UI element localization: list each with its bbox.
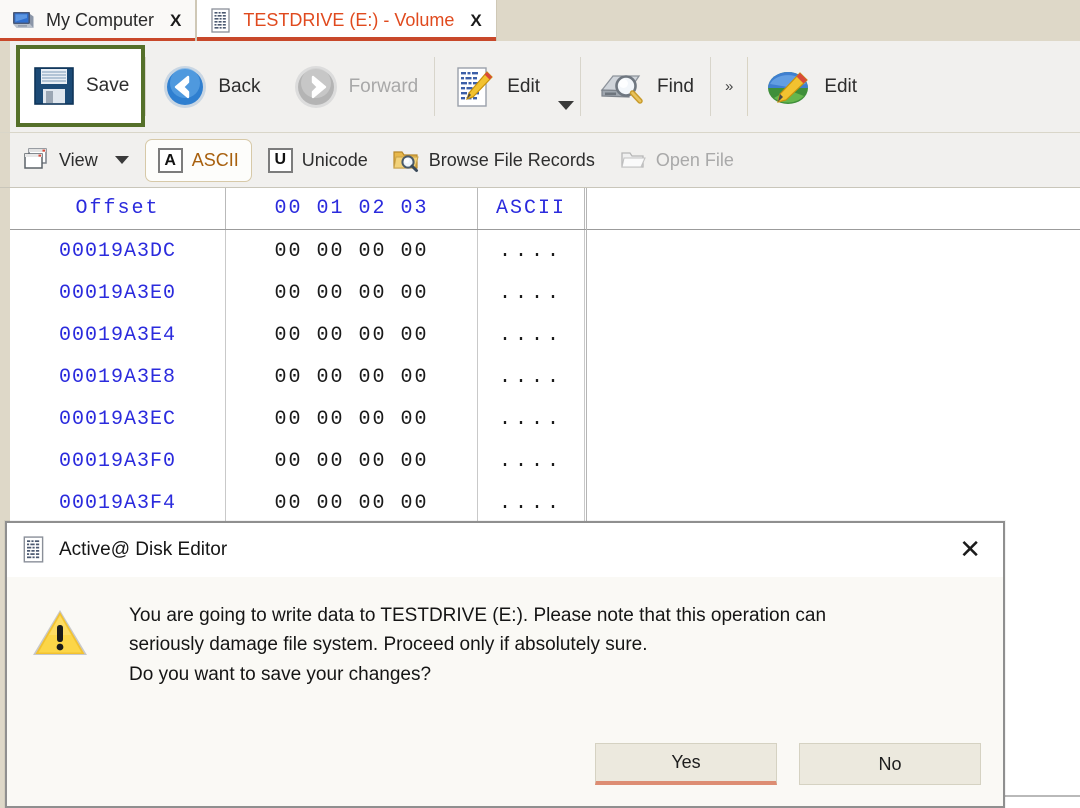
cell-ascii[interactable]: ....	[478, 314, 585, 356]
toolbar-left-strip	[0, 41, 10, 132]
warning-triangle-icon	[33, 610, 87, 655]
dialog-title: Active@ Disk Editor	[59, 539, 228, 560]
tab-my-computer[interactable]: My Computer X	[0, 0, 197, 41]
header-bytes: 00 01 02 03	[226, 188, 478, 229]
cell-ascii[interactable]: ....	[478, 356, 585, 398]
cell-bytes[interactable]: 00 00 00 00	[226, 398, 478, 440]
dialog-message: You are going to write data to TESTDRIVE…	[129, 601, 826, 722]
view-button[interactable]: View	[10, 133, 141, 187]
save-label: Save	[86, 75, 130, 96]
cell-offset: 00019A3DC	[10, 230, 226, 272]
tab-close-icon[interactable]: X	[170, 11, 181, 31]
hex-document-icon	[23, 536, 44, 563]
find-disk-icon	[600, 74, 643, 104]
table-row[interactable]: 00019A3F0 00 00 00 00 ....	[10, 440, 1080, 482]
dialog-body: You are going to write data to TESTDRIVE…	[7, 577, 1003, 722]
cell-bytes[interactable]: 00 00 00 00	[226, 314, 478, 356]
unicode-button[interactable]: U Unicode	[256, 133, 380, 187]
tab-close-icon[interactable]: X	[470, 11, 481, 31]
open-file-icon	[621, 152, 646, 168]
dialog-titlebar: Active@ Disk Editor ✕	[7, 523, 1003, 577]
dialog-message-line-1: You are going to write data to TESTDRIVE…	[129, 605, 827, 626]
toolbar-overflow-button[interactable]: »	[711, 41, 747, 132]
confirm-save-dialog: Active@ Disk Editor ✕ You are going to w…	[5, 521, 1005, 808]
cell-offset: 00019A3F4	[10, 482, 226, 524]
computer-icon	[13, 11, 34, 28]
unicode-label: Unicode	[301, 149, 368, 170]
hex-document-icon	[211, 7, 231, 33]
open-file-button[interactable]: Open File	[607, 133, 746, 187]
browse-file-records-button[interactable]: Browse File Records	[380, 133, 607, 187]
hex-column-headers: Offset 00 01 02 03 ASCII	[10, 188, 1080, 230]
edit-volume-label: Edit	[824, 75, 858, 97]
table-row[interactable]: 00019A3E4 00 00 00 00 ....	[10, 314, 1080, 356]
edit-button[interactable]: Edit	[435, 41, 556, 132]
cell-offset: 00019A3E4	[10, 314, 226, 356]
cell-bytes[interactable]: 00 00 00 00	[226, 356, 478, 398]
cell-offset: 00019A3EC	[10, 398, 226, 440]
edit-document-icon	[457, 66, 494, 107]
dialog-message-line-2: seriously damage file system. Proceed on…	[129, 634, 648, 656]
forward-button[interactable]: Forward	[277, 41, 435, 132]
back-button[interactable]: Back	[146, 41, 276, 132]
table-row[interactable]: 00019A3EC 00 00 00 00 ....	[10, 398, 1080, 440]
back-label: Back	[218, 75, 261, 97]
cell-bytes[interactable]: 00 00 00 00	[226, 482, 478, 524]
table-row[interactable]: 00019A3DC 00 00 00 00 ....	[10, 230, 1080, 272]
dialog-message-line-3: Do you want to save your changes?	[129, 663, 432, 685]
edit-volume-button[interactable]: Edit	[748, 41, 873, 132]
cell-bytes[interactable]: 00 00 00 00	[226, 440, 478, 482]
app-window: My Computer X TESTDRIVE (E:) - Volume X	[0, 0, 1080, 808]
edit-label: Edit	[507, 75, 540, 97]
cell-ascii[interactable]: ....	[478, 398, 585, 440]
find-button[interactable]: Find	[581, 41, 710, 132]
forward-arrow-icon	[294, 65, 337, 108]
tab-label: My Computer	[46, 10, 155, 30]
table-row[interactable]: 00019A3E8 00 00 00 00 ....	[10, 356, 1080, 398]
toolbar-left-strip	[0, 133, 10, 187]
ascii-button[interactable]: A ASCII	[144, 139, 252, 182]
cell-bytes[interactable]: 00 00 00 00	[226, 272, 478, 314]
yes-button[interactable]: Yes	[595, 743, 777, 785]
cell-bytes[interactable]: 00 00 00 00	[226, 230, 478, 272]
find-label: Find	[657, 75, 694, 97]
cell-ascii[interactable]: ....	[478, 230, 585, 272]
tab-bar: My Computer X TESTDRIVE (E:) - Volume X	[0, 0, 1080, 41]
ascii-label: ASCII	[191, 150, 239, 170]
header-offset: Offset	[10, 188, 226, 229]
edit-volume-icon	[768, 71, 809, 104]
open-file-label: Open File	[655, 149, 734, 170]
folder-search-icon	[393, 151, 419, 172]
letter-a-icon: A	[157, 148, 183, 173]
cell-ascii[interactable]: ....	[478, 482, 585, 524]
secondary-toolbar: View A ASCII U Unicode Browse File Recor…	[0, 133, 1080, 188]
view-dropdown-chevron-down-icon[interactable]	[114, 156, 129, 164]
tab-testdrive-volume[interactable]: TESTDRIVE (E:) - Volume X	[196, 0, 497, 41]
cell-offset: 00019A3F0	[10, 440, 226, 482]
cell-offset: 00019A3E8	[10, 356, 226, 398]
cell-ascii[interactable]: ....	[478, 272, 585, 314]
header-ascii: ASCII	[478, 188, 585, 229]
view-windows-icon	[24, 148, 47, 169]
cell-ascii[interactable]: ....	[478, 440, 585, 482]
close-icon[interactable]: ✕	[949, 537, 991, 563]
dialog-footer: Yes No	[7, 722, 1003, 806]
floppy-save-icon	[34, 67, 74, 105]
save-button[interactable]: Save	[16, 45, 146, 127]
edit-dropdown-chevron-down-icon[interactable]	[558, 101, 574, 110]
browse-file-records-label: Browse File Records	[428, 149, 595, 170]
cell-offset: 00019A3E0	[10, 272, 226, 314]
back-arrow-icon	[164, 65, 207, 108]
no-button[interactable]: No	[799, 743, 981, 785]
table-row[interactable]: 00019A3F4 00 00 00 00 ....	[10, 482, 1080, 524]
letter-u-icon: U	[267, 147, 293, 173]
hex-row-list: 00019A3DC 00 00 00 00 .... 00019A3E0 00 …	[10, 230, 1080, 524]
forward-label: Forward	[348, 75, 419, 97]
table-row[interactable]: 00019A3E0 00 00 00 00 ....	[10, 272, 1080, 314]
tab-label: TESTDRIVE (E:) - Volume	[243, 10, 455, 30]
view-label: View	[59, 149, 98, 170]
primary-toolbar: Save Back Forward Edit Find » Edit	[0, 41, 1080, 133]
